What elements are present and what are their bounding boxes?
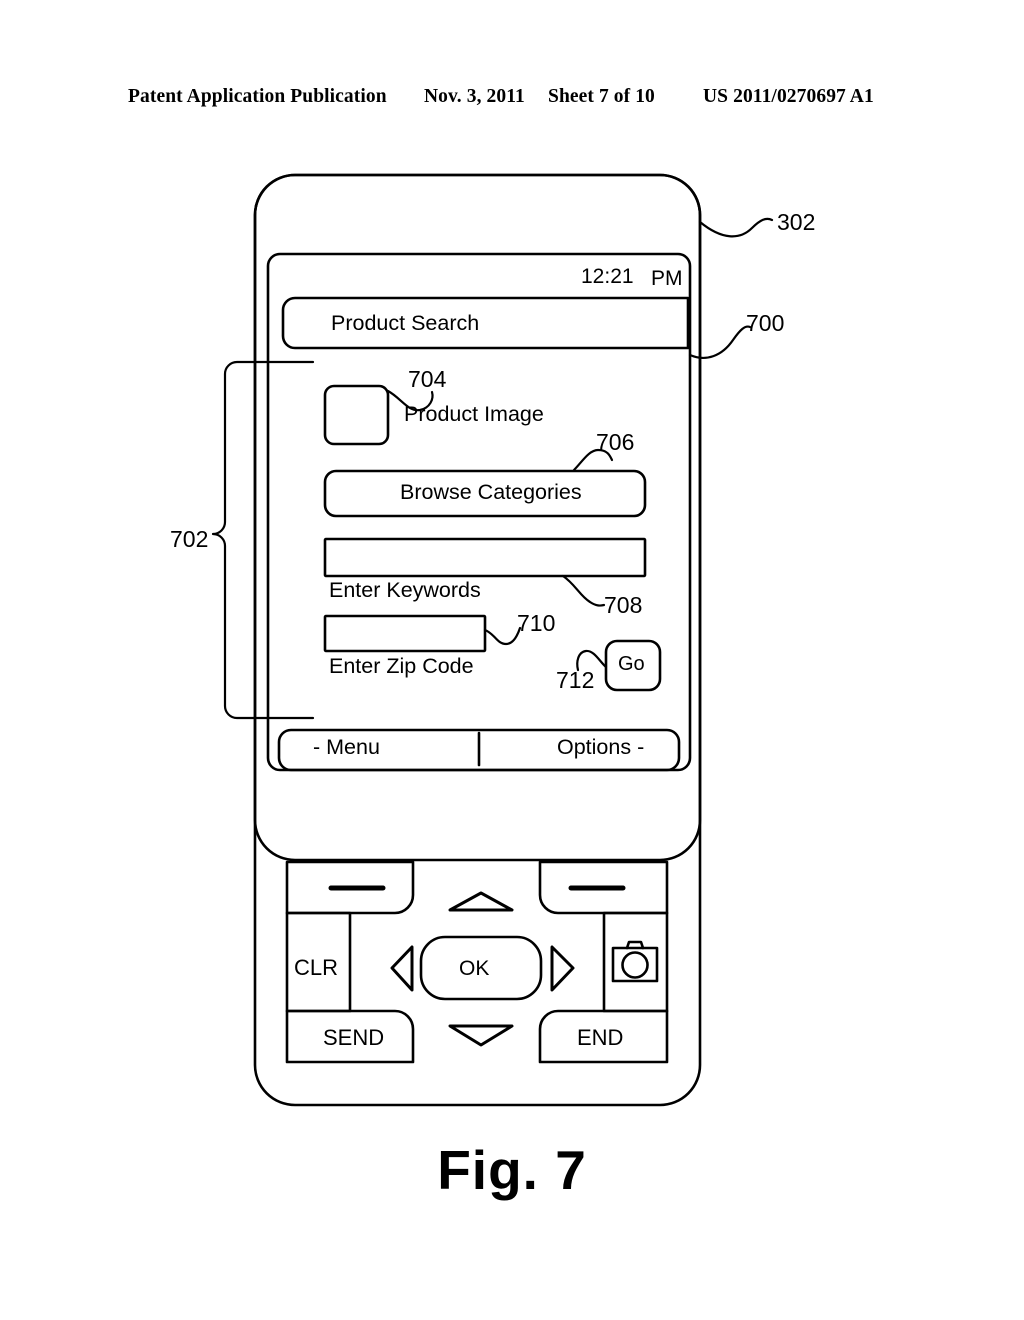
- reference-numeral-708: 708: [604, 592, 643, 618]
- reference-numeral-704: 704: [408, 366, 447, 392]
- reference-numeral-302: 302: [777, 209, 816, 235]
- reference-numeral-712: 712: [556, 667, 595, 693]
- bracket-702: [211, 360, 315, 720]
- softkey-menu-label[interactable]: - Menu: [313, 736, 380, 759]
- keywords-field-label: Enter Keywords: [329, 578, 481, 602]
- keywords-input-shape: [323, 537, 647, 578]
- go-button[interactable]: Go: [618, 654, 645, 674]
- nav-right-icon: [550, 945, 575, 992]
- send-key-label[interactable]: SEND: [323, 1027, 384, 1049]
- softkey-options-label[interactable]: Options -: [557, 736, 644, 759]
- camera-icon-glyph: [611, 940, 659, 983]
- zip-input-shape: [323, 614, 487, 653]
- status-bar-ampm: PM: [651, 267, 683, 290]
- browse-categories-button[interactable]: Browse Categories: [400, 481, 582, 504]
- screen-title-label: Product Search: [331, 311, 480, 335]
- reference-numeral-710: 710: [517, 610, 556, 636]
- reference-numeral-702: 702: [170, 526, 209, 552]
- nav-left-icon: [390, 945, 414, 992]
- figure-caption: Fig. 7: [437, 1139, 587, 1201]
- product-image-box: [323, 384, 390, 446]
- leader-708: [561, 574, 606, 607]
- reference-numeral-706: 706: [596, 429, 635, 455]
- figure-7-drawing: [211, 173, 774, 1107]
- leader-710: [483, 626, 522, 646]
- reference-numeral-700: 700: [746, 310, 785, 336]
- nav-down-icon: [448, 1024, 514, 1047]
- product-image-label: Product Image: [404, 402, 544, 426]
- clr-key-label[interactable]: CLR: [294, 957, 338, 979]
- nav-up-icon: [448, 891, 514, 912]
- leader-302: [698, 217, 774, 238]
- ok-key-label[interactable]: OK: [459, 958, 489, 979]
- end-key-label[interactable]: END: [577, 1027, 623, 1049]
- zip-field-label: Enter Zip Code: [329, 654, 474, 678]
- status-bar-time: 12:21: [581, 265, 634, 288]
